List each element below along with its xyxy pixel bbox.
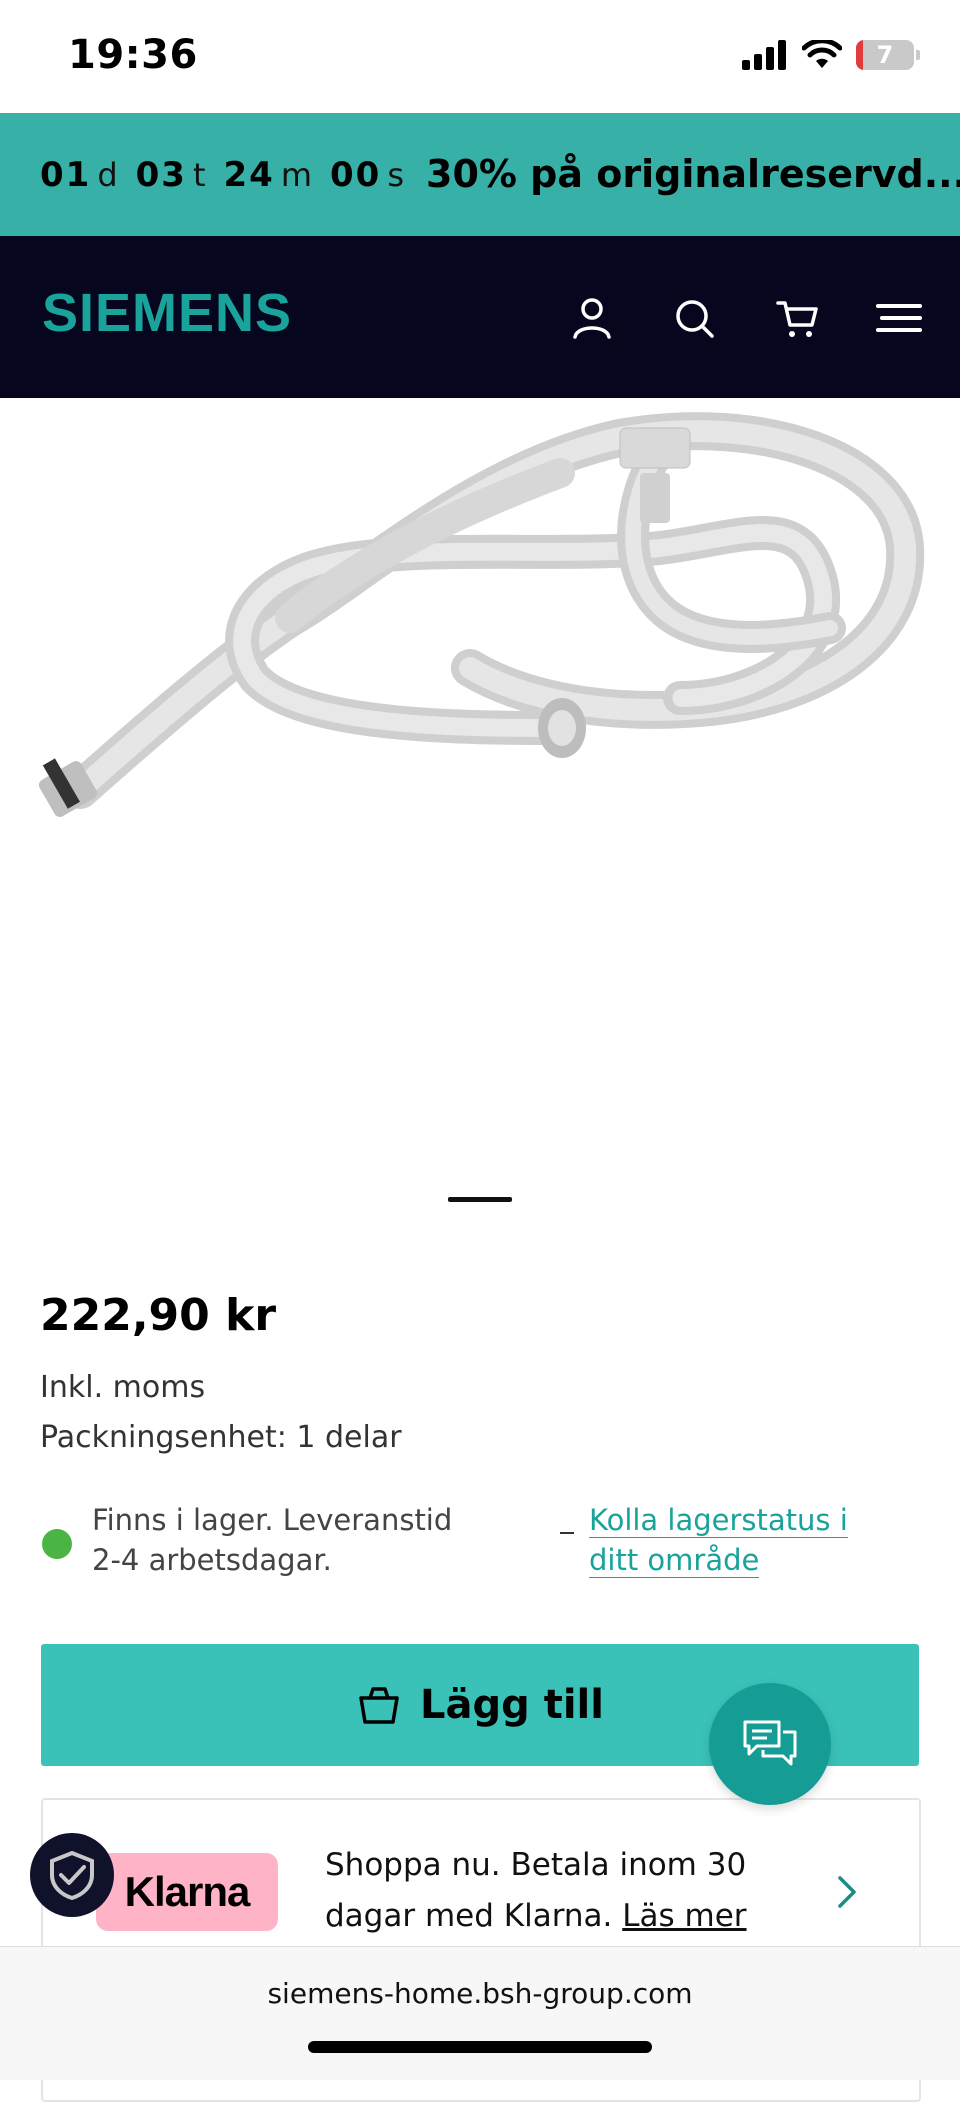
product-image[interactable] — [0, 398, 960, 1178]
countdown-timer: 01 d 03 t 24 m 00 s — [40, 113, 404, 236]
status-bar: 19:36 7 — [0, 0, 960, 113]
search-icon[interactable] — [667, 291, 721, 345]
chat-button[interactable] — [709, 1683, 831, 1805]
status-icons: 7 — [742, 40, 920, 70]
read-more-link[interactable]: Läs mer — [622, 1898, 746, 1934]
stock-status-text: Finns i lager. Leveranstid 2-4 arbetsdag… — [92, 1503, 453, 1577]
check-stock-link[interactable]: Kolla lagerstatus i ditt område — [589, 1500, 889, 1580]
status-time: 19:36 — [68, 32, 198, 78]
battery-level: 7 — [876, 41, 894, 69]
user-icon[interactable] — [565, 291, 619, 345]
home-indicator[interactable] — [308, 2041, 652, 2053]
chevron-right-icon[interactable] — [826, 1872, 866, 1912]
promo-text[interactable]: 30% på originalreservd... — [426, 113, 960, 236]
trust-badge-icon[interactable] — [30, 1833, 114, 1917]
url-text[interactable]: siemens-home.bsh-group.com — [0, 1977, 960, 2010]
basket-icon — [359, 1687, 399, 1724]
add-to-cart-label: Lägg till — [420, 1682, 604, 1728]
countdown-minutes: 24 m — [223, 154, 313, 195]
drain-hose-image — [38, 412, 925, 817]
separator-dash — [560, 1532, 574, 1534]
klarna-text: Shoppa nu. Betala inom 30 dagar med Klar… — [325, 1847, 747, 1934]
countdown-hours: 03 t — [135, 154, 206, 195]
wifi-icon — [802, 40, 842, 68]
siemens-logo[interactable]: SIEMENS — [42, 282, 292, 344]
countdown-seconds: 00 s — [330, 154, 405, 195]
chat-icon — [743, 1720, 797, 1766]
menu-icon[interactable] — [872, 291, 926, 345]
signal-icon — [742, 40, 786, 70]
product-price: 222,90 kr — [40, 1290, 277, 1341]
battery-icon: 7 — [856, 40, 914, 70]
main-nav: SIEMENS — [0, 236, 960, 398]
browser-url-bar[interactable]: siemens-home.bsh-group.com — [0, 1946, 960, 2080]
vat-note: Inkl. moms — [40, 1370, 206, 1405]
countdown-days: 01 d — [40, 154, 118, 195]
packaging-unit: Packningsenhet: 1 delar — [40, 1420, 402, 1455]
cart-icon[interactable] — [770, 291, 824, 345]
klarna-logo: Klarna — [96, 1853, 278, 1931]
stock-status-icon — [42, 1529, 72, 1559]
promo-banner[interactable]: 01 d 03 t 24 m 00 s 30% på originalreser… — [0, 113, 960, 236]
carousel-indicator[interactable] — [448, 1197, 512, 1202]
